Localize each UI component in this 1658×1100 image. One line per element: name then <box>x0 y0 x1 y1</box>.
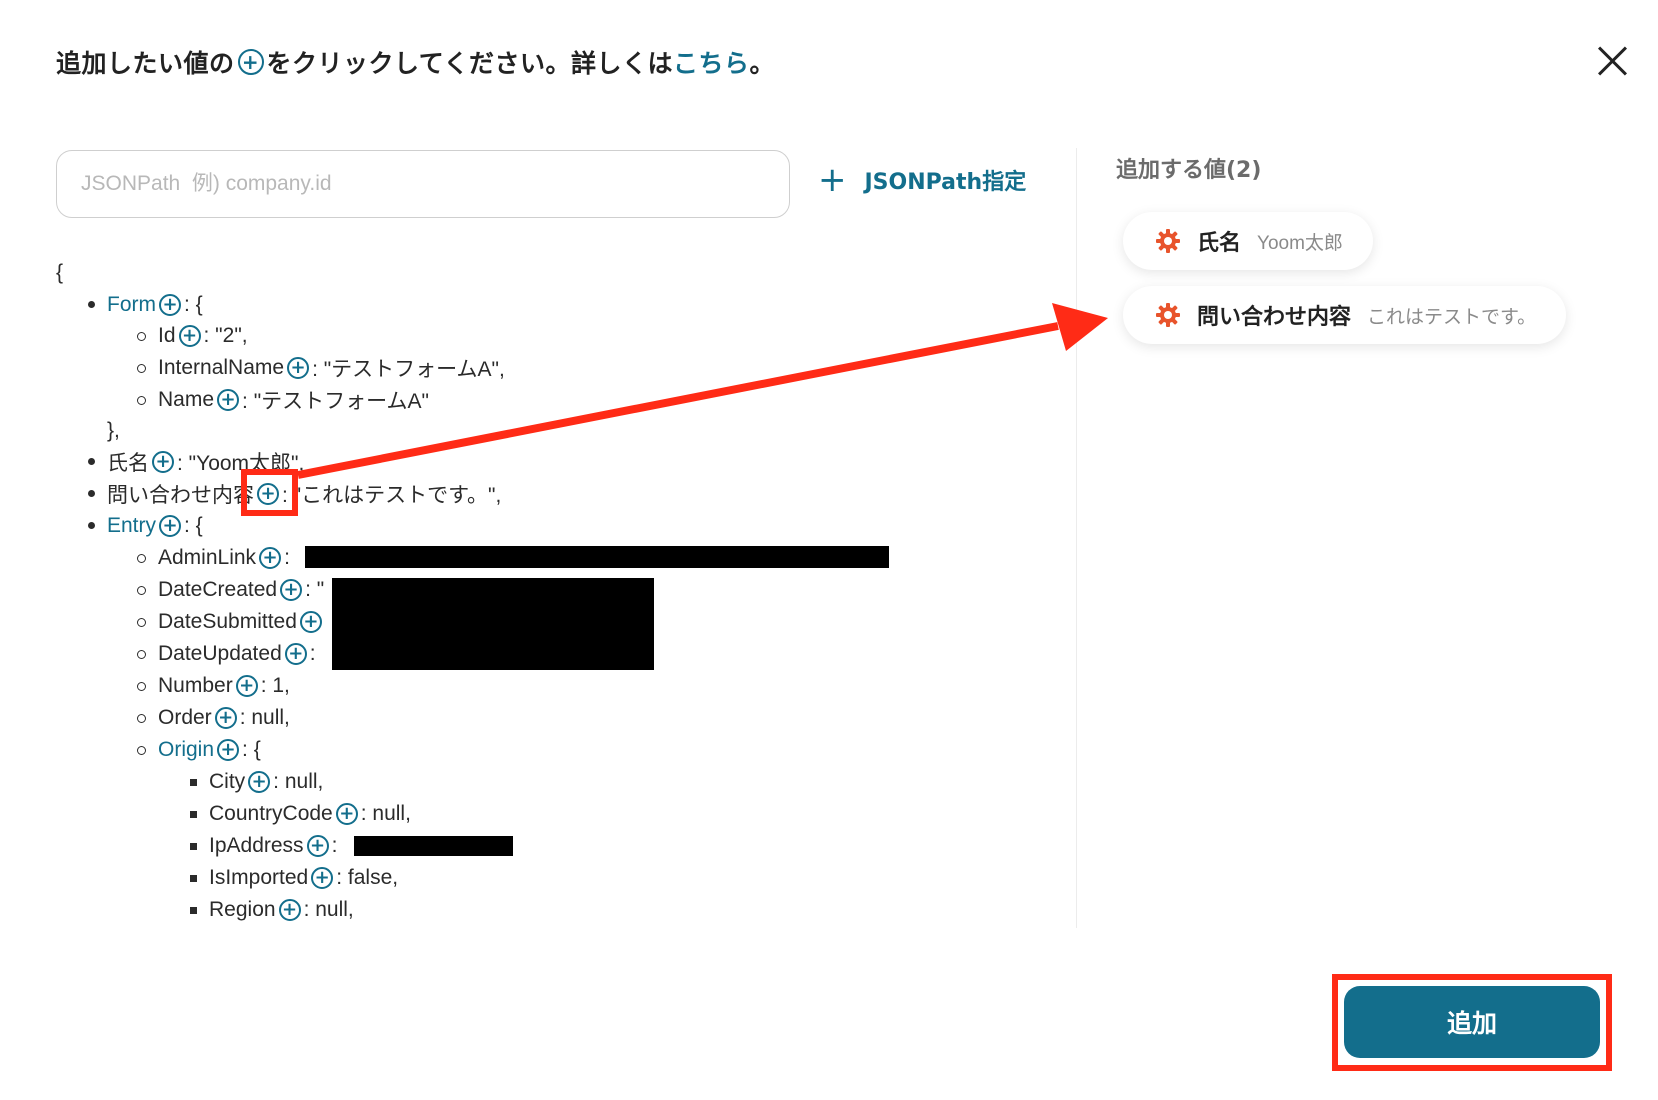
add-button[interactable]: 追加 <box>1344 986 1600 1058</box>
gear-icon <box>1156 303 1180 327</box>
selected-values-title: 追加する値(2) <box>1116 158 1262 183</box>
annotation-arrow <box>297 303 1108 479</box>
chip-value: Yoom太郎 <box>1257 232 1343 254</box>
selected-chip[interactable]: 問い合わせ内容 これはテストです。 <box>1123 286 1567 344</box>
selected-chip[interactable]: 氏名 Yoom太郎 <box>1123 212 1373 270</box>
gear-icon <box>1156 229 1180 253</box>
chip-value: これはテストです。 <box>1367 306 1537 328</box>
chip-name: 氏名 <box>1197 231 1242 256</box>
chip-name: 問い合わせ内容 <box>1197 305 1352 330</box>
